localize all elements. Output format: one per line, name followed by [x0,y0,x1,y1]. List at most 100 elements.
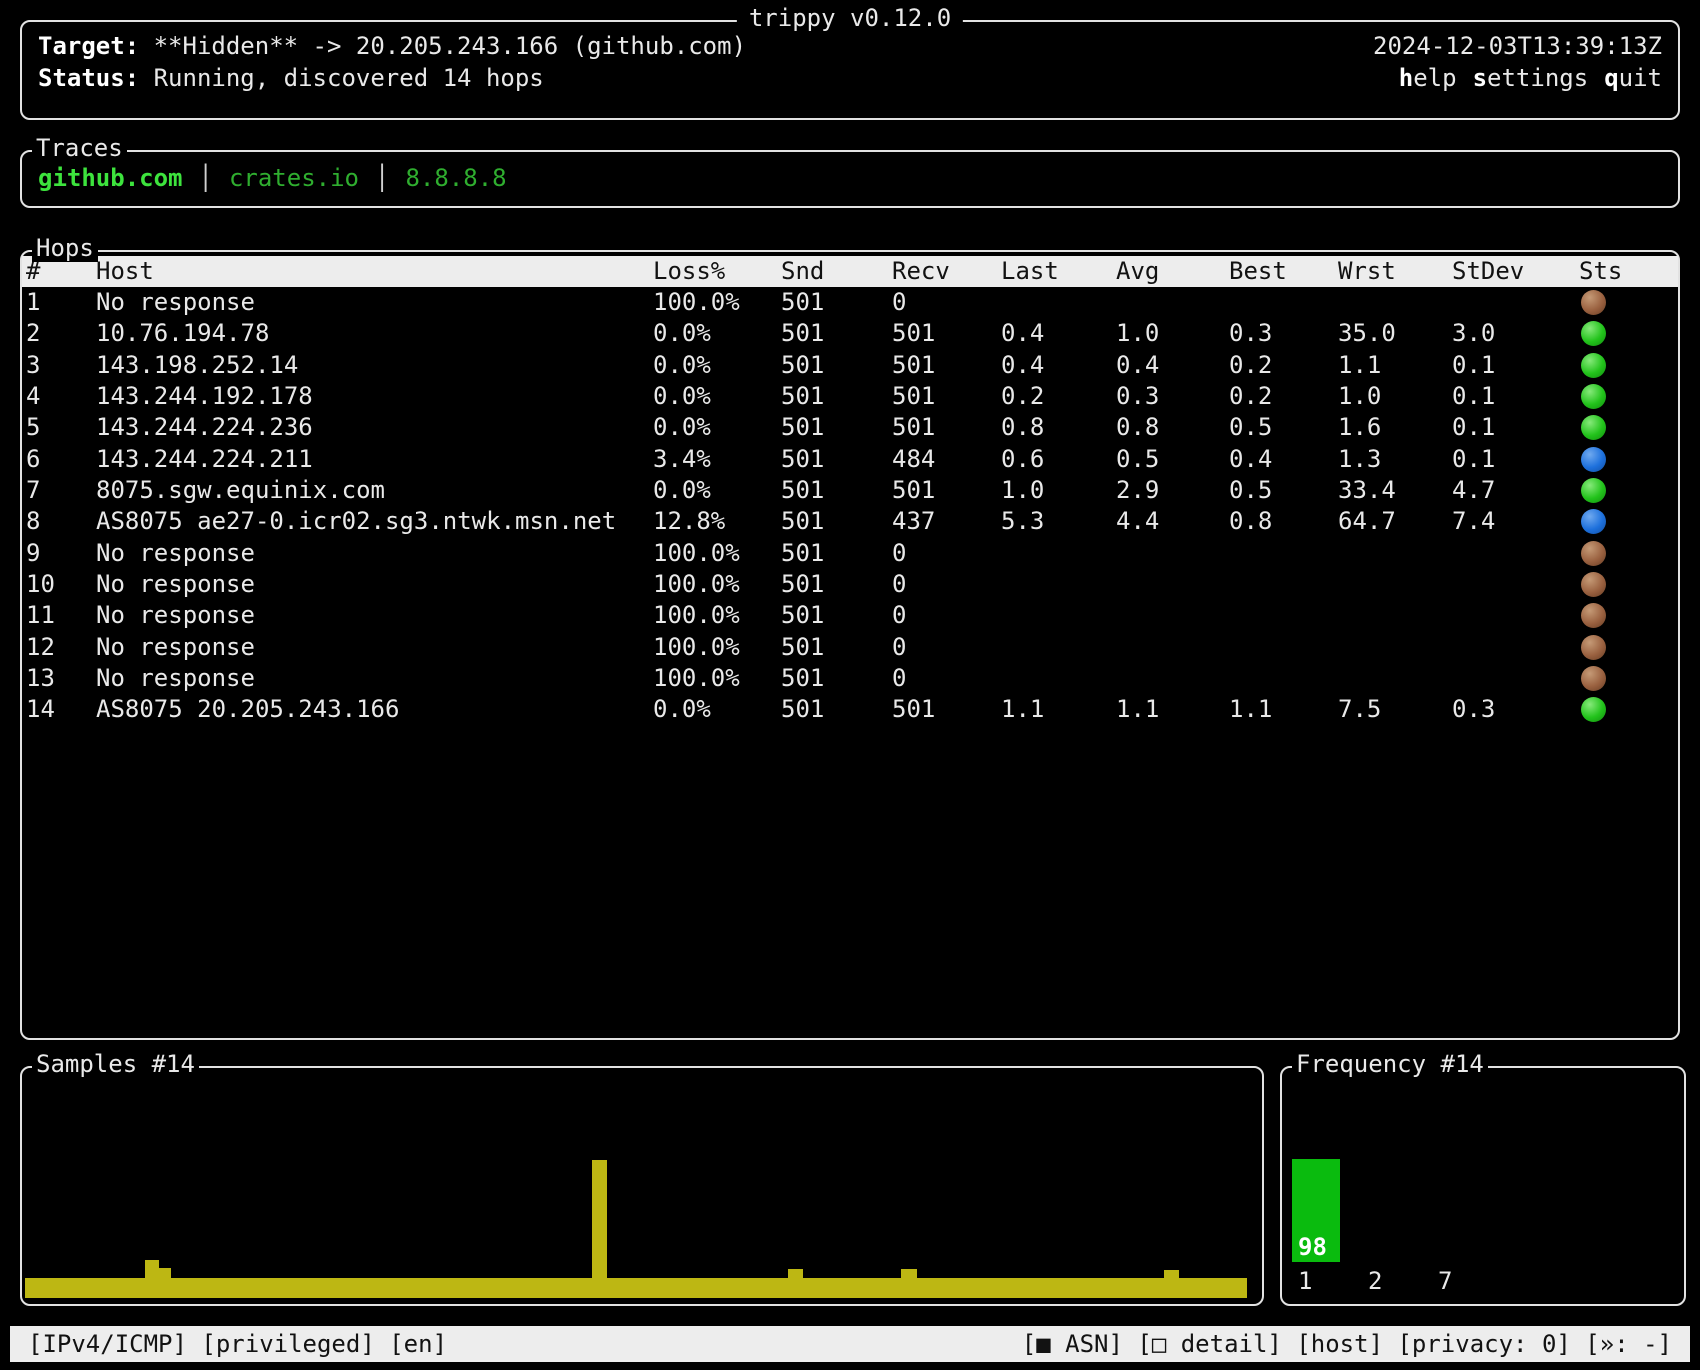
status-bar-left: [IPv4/ICMP] [privileged] [en] [28,1330,447,1358]
hop-row-4[interactable]: 4143.244.192.1780.0%5015010.20.30.21.00.… [22,381,1678,412]
hop-11-last [1001,600,1116,631]
menu-settings[interactable]: settings [1473,64,1589,92]
column-header-stdev: StDev [1452,256,1579,287]
hop-9-num: 9 [26,538,96,569]
hop-8-status-cell [1579,506,1671,537]
hop-row-9[interactable]: 9No response100.0%5010 [22,538,1678,569]
hop-9-loss: 100.0% [653,538,781,569]
hop-14-recv: 501 [892,694,1001,725]
hop-2-wrst: 35.0 [1338,318,1452,349]
hop-7-avg: 2.9 [1116,475,1229,506]
hop-3-status-cell [1579,350,1671,381]
samples-baseline-bar [25,1278,1247,1298]
hop-6-stdev: 0.1 [1452,444,1579,475]
status-dot-blue [1581,447,1606,472]
hop-7-host: 8075.sgw.equinix.com [96,475,653,506]
hop-row-11[interactable]: 11No response100.0%5010 [22,600,1678,631]
freq-category-7: 7 [1438,1266,1452,1296]
hop-2-stdev: 3.0 [1452,318,1579,349]
hop-row-6[interactable]: 6143.244.224.2113.4%5014840.60.50.41.30.… [22,444,1678,475]
status-dot-green [1581,697,1606,722]
hop-row-14[interactable]: 14AS8075 20.205.243.1660.0%5015011.11.11… [22,694,1678,725]
hop-14-wrst: 7.5 [1338,694,1452,725]
hop-12-stdev [1452,632,1579,663]
hop-6-status-cell [1579,444,1671,475]
hop-13-num: 13 [26,663,96,694]
menu-quit[interactable]: quit [1604,64,1662,92]
hop-3-best: 0.2 [1229,350,1338,381]
hop-13-stdev [1452,663,1579,694]
hop-5-host: 143.244.224.236 [96,412,653,443]
hop-8-loss: 12.8% [653,506,781,537]
hop-8-host: AS8075 ae27-0.icr02.sg3.ntwk.msn.net [96,506,653,537]
hop-8-wrst: 64.7 [1338,506,1452,537]
hop-9-wrst [1338,538,1452,569]
samples-panel: Samples #14 [20,1066,1264,1306]
menu-help[interactable]: help [1399,64,1457,92]
hop-1-avg [1116,287,1229,318]
hop-4-num: 4 [26,381,96,412]
hop-2-last: 0.4 [1001,318,1116,349]
hop-3-avg: 0.4 [1116,350,1229,381]
hops-panel: Hops #HostLoss%SndRecvLastAvgBestWrstStD… [20,250,1680,1040]
hop-4-recv: 501 [892,381,1001,412]
hop-14-last: 1.1 [1001,694,1116,725]
hop-9-last [1001,538,1116,569]
hop-5-status-cell [1579,412,1671,443]
status-dot-brown [1581,666,1606,691]
hop-row-5[interactable]: 5143.244.224.2360.0%5015010.80.80.51.60.… [22,412,1678,443]
freq-category-1: 1 [1298,1266,1312,1296]
hop-5-snd: 501 [781,412,892,443]
status-text: Status: Running, discovered 14 hops [38,62,544,94]
freq-bar-1: 98 [1292,1159,1340,1262]
trace-tab-crates.io[interactable]: crates.io [229,164,359,192]
column-header-last: Last [1001,256,1116,287]
column-header-recv: Recv [892,256,1001,287]
hop-11-stdev [1452,600,1579,631]
hop-2-status-cell [1579,318,1671,349]
hop-1-loss: 100.0% [653,287,781,318]
status-dot-green [1581,478,1606,503]
hop-11-status-cell [1579,600,1671,631]
column-header-loss: Loss% [653,256,781,287]
hop-13-status-cell [1579,663,1671,694]
hop-11-wrst [1338,600,1452,631]
hop-row-2[interactable]: 210.76.194.780.0%5015010.41.00.335.03.0 [22,318,1678,349]
hop-11-num: 11 [26,600,96,631]
hop-row-12[interactable]: 12No response100.0%5010 [22,632,1678,663]
status-dot-green [1581,321,1606,346]
column-header-avg: Avg [1116,256,1229,287]
hop-6-avg: 0.5 [1116,444,1229,475]
hop-1-recv: 0 [892,287,1001,318]
hop-12-status-cell [1579,632,1671,663]
target-label: Target: [38,32,139,60]
hop-row-7[interactable]: 78075.sgw.equinix.com0.0%5015011.02.90.5… [22,475,1678,506]
hop-row-8[interactable]: 8AS8075 ae27-0.icr02.sg3.ntwk.msn.net12.… [22,506,1678,537]
hop-10-avg [1116,569,1229,600]
hop-row-10[interactable]: 10No response100.0%5010 [22,569,1678,600]
status-dot-blue [1581,509,1606,534]
hop-row-1[interactable]: 1No response100.0%5010 [22,287,1678,318]
hop-4-status-cell [1579,381,1671,412]
hop-5-avg: 0.8 [1116,412,1229,443]
hop-14-num: 14 [26,694,96,725]
hop-4-avg: 0.3 [1116,381,1229,412]
hop-8-avg: 4.4 [1116,506,1229,537]
header-panel: trippy v0.12.0 Target: **Hidden** -> 20.… [20,20,1680,120]
hop-7-recv: 501 [892,475,1001,506]
hop-9-status-cell [1579,538,1671,569]
hop-3-recv: 501 [892,350,1001,381]
hop-3-wrst: 1.1 [1338,350,1452,381]
trace-tab-github.com[interactable]: github.com [38,164,183,192]
hop-row-3[interactable]: 3143.198.252.140.0%5015010.40.40.21.10.1 [22,350,1678,381]
hop-row-13[interactable]: 13No response100.0%5010 [22,663,1678,694]
hop-13-wrst [1338,663,1452,694]
hop-11-avg [1116,600,1229,631]
hop-9-recv: 0 [892,538,1001,569]
trace-tab-8.8.8.8[interactable]: 8.8.8.8 [405,164,506,192]
hop-4-wrst: 1.0 [1338,381,1452,412]
hop-10-status-cell [1579,569,1671,600]
status-label: Status: [38,64,139,92]
hop-1-num: 1 [26,287,96,318]
hop-13-host: No response [96,663,653,694]
